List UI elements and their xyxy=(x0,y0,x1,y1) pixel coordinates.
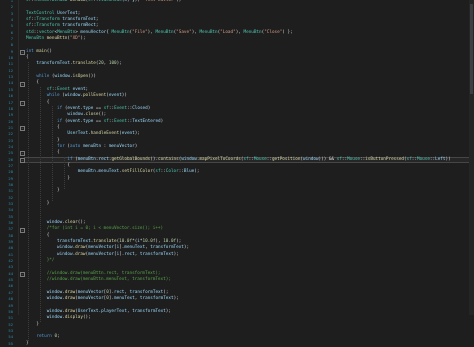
code-lines: 1 sf::RenderWindow window(sf::VideoMode(x… xyxy=(0,0,474,347)
vertical-scrollbar[interactable] xyxy=(469,0,474,315)
line-number: 55 xyxy=(8,340,13,346)
indent-guide xyxy=(52,105,53,202)
indent-guide xyxy=(64,156,65,189)
code-text: } xyxy=(26,340,29,346)
code-editor[interactable]: 1 sf::RenderWindow window(sf::VideoMode(x… xyxy=(0,0,474,346)
code-line[interactable]: 55} xyxy=(0,341,474,347)
indent-guide xyxy=(40,86,41,322)
indent-guide xyxy=(28,61,29,341)
scrollbar-thumb[interactable] xyxy=(470,4,473,94)
